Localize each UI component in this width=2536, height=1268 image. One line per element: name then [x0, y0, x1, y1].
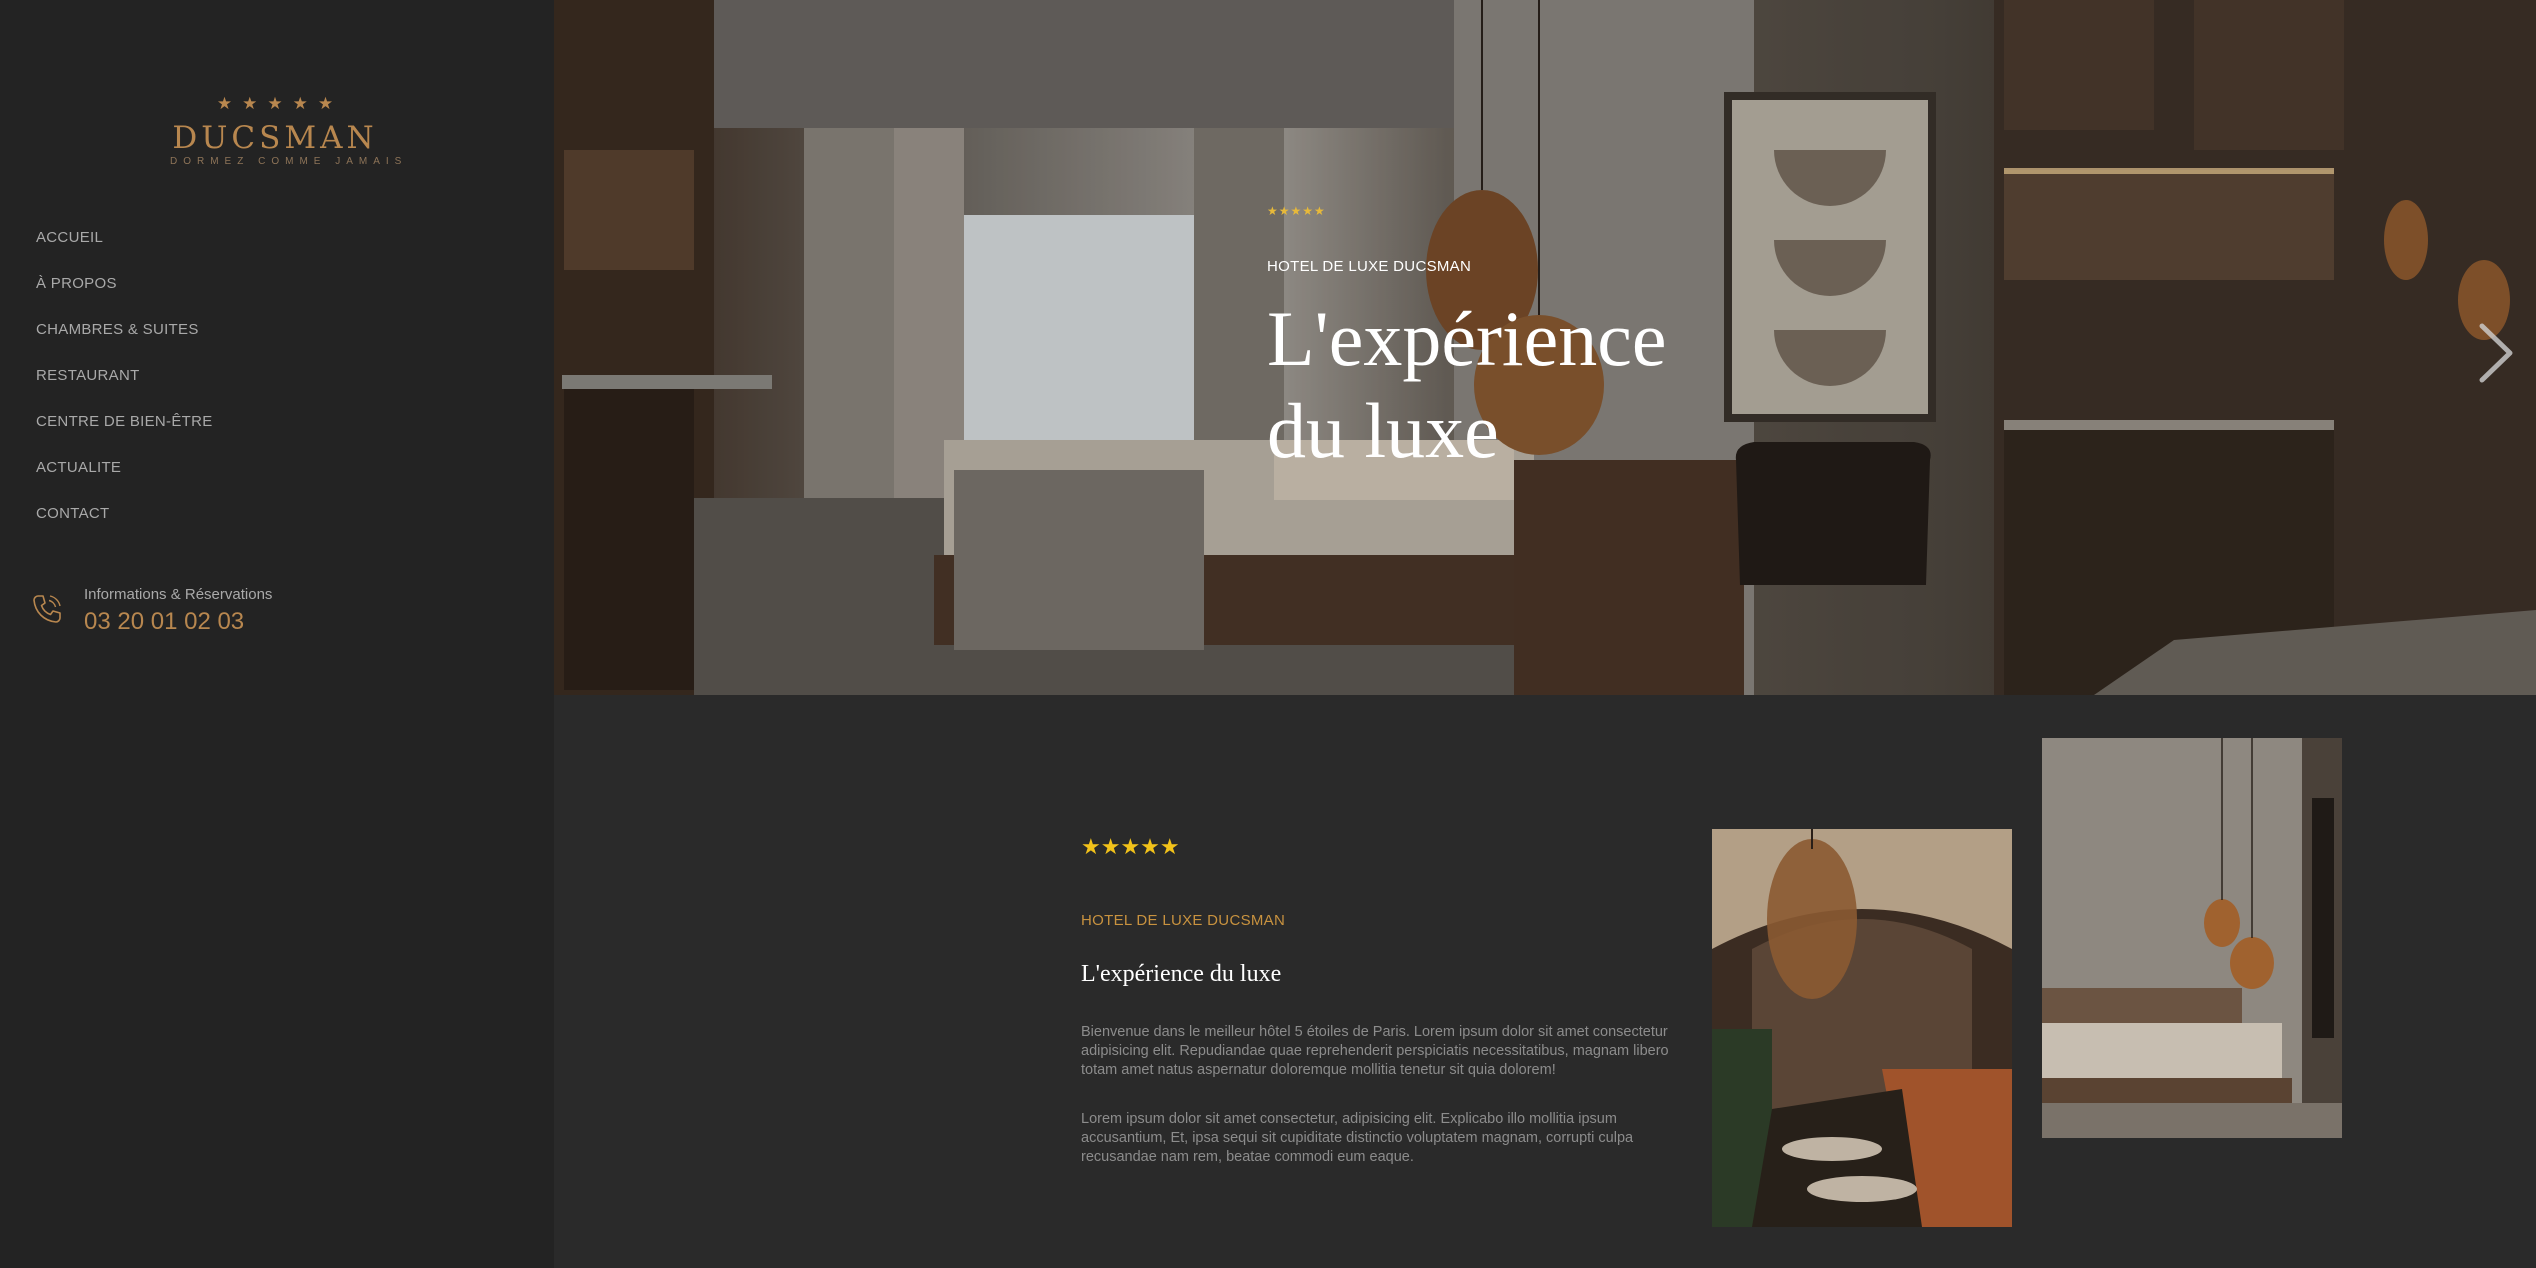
nav-item-chambres-suites[interactable]: CHAMBRES & SUITES	[36, 316, 213, 362]
hero-rating-stars: ★★★★★	[1267, 204, 1326, 218]
intro-paragraph: Lorem ipsum dolor sit amet consectetur, …	[1081, 1111, 1634, 1165]
intro-rating-stars: ★★★★★	[1081, 834, 1180, 859]
reservation-phone-link[interactable]: 03 20 01 02 03	[84, 606, 272, 638]
intro-paragraph: Bienvenue dans le meilleur hôtel 5 étoil…	[1081, 1024, 1669, 1078]
room-photo	[2042, 738, 2342, 1138]
hero-title: L'expérience du luxe	[1267, 293, 1827, 477]
main-nav: ACCUEIL À PROPOS CHAMBRES & SUITES RESTA…	[36, 224, 213, 546]
intro-section: ★★★★★ HOTEL DE LUXE DUCSMAN L'expérience…	[1081, 836, 1671, 1167]
intro-title: L'expérience du luxe	[1081, 961, 1282, 987]
sidebar: ★★★★★ DUCSMAN DORMEZ COMME JAMAIS ACCUEI…	[0, 0, 554, 1268]
intro-kicker: HOTEL DE LUXE DUCSMAN	[1081, 912, 1286, 929]
reservation-label: Informations & Réservations	[84, 586, 273, 603]
hero-kicker: HOTEL DE LUXE DUCSMAN	[1267, 258, 1472, 275]
hero-slider: ★★★★★ HOTEL DE LUXE DUCSMAN L'expérience…	[554, 0, 2536, 695]
logo-name: DUCSMAN	[172, 120, 378, 156]
restaurant-photo	[1712, 829, 2012, 1227]
nav-item-centre-bien-etre[interactable]: CENTRE DE BIEN-ÊTRE	[36, 408, 213, 454]
nav-item-accueil[interactable]: ACCUEIL	[36, 224, 213, 270]
hero-content: ★★★★★ HOTEL DE LUXE DUCSMAN L'expérience…	[1267, 204, 1827, 477]
nav-item-contact[interactable]: CONTACT	[36, 500, 213, 546]
nav-item-a-propos[interactable]: À PROPOS	[36, 270, 213, 316]
hero-title-line-1: L'expérience	[1267, 295, 1667, 382]
hero-title-line-2: du luxe	[1267, 387, 1499, 474]
phone-icon	[33, 595, 61, 623]
logo-stars: ★★★★★	[216, 94, 344, 113]
nav-item-actualite[interactable]: ACTUALITE	[36, 454, 213, 500]
nav-item-restaurant[interactable]: RESTAURANT	[36, 362, 213, 408]
reservation-contact: Informations & Réservations 03 20 01 02 …	[30, 586, 272, 638]
logo-tagline: DORMEZ COMME JAMAIS	[170, 156, 408, 167]
logo[interactable]: ★★★★★ DUCSMAN DORMEZ COMME JAMAIS	[170, 94, 408, 168]
chevron-right-icon[interactable]	[2474, 320, 2520, 386]
